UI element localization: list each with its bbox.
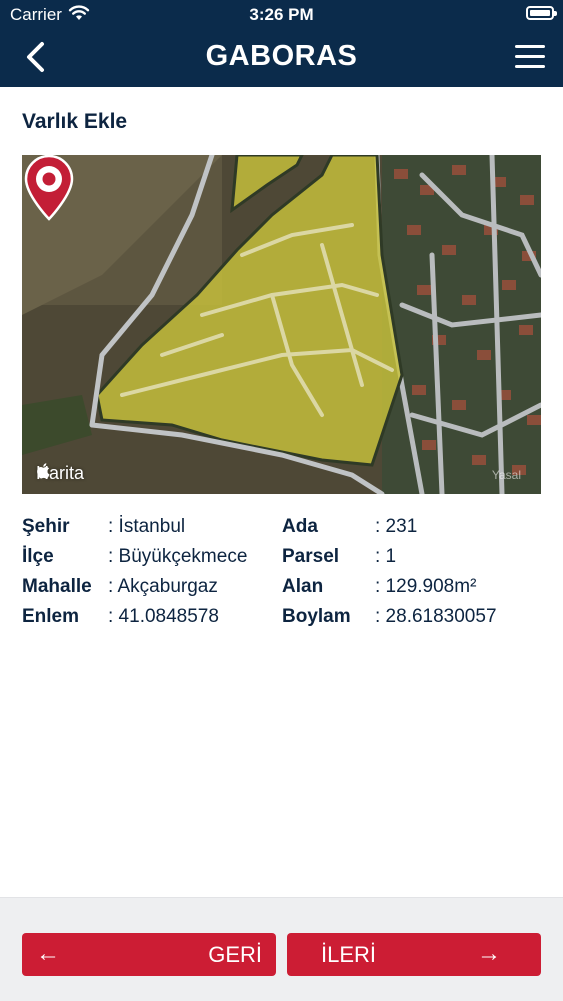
city-label: Şehir: [22, 516, 70, 537]
map-legal-link[interactable]: Yasal: [492, 468, 521, 482]
hamburger-menu-icon[interactable]: [515, 44, 545, 70]
area-value: : 129.908m²: [375, 576, 477, 597]
info-row: Şehir : İstanbul Ada : 231: [22, 516, 542, 544]
info-row: Mahalle : Akçaburgaz Alan : 129.908m²: [22, 576, 542, 604]
block-label: Ada: [282, 516, 318, 537]
app-header: Carrier 3:26 PM GABORAS: [0, 0, 563, 87]
parcel-value: : 1: [375, 546, 397, 567]
status-bar: Carrier 3:26 PM: [0, 0, 563, 30]
map-pin-icon[interactable]: [22, 155, 76, 221]
block-value: : 231: [375, 516, 418, 537]
arrow-right-icon: →: [477, 940, 501, 967]
info-row: İlçe : Büyükçekmece Parsel : 1: [22, 546, 542, 574]
page-title: Varlık Ekle: [22, 110, 128, 133]
footer-bar: ← GERİ İLERİ →: [0, 897, 563, 1001]
status-time: 3:26 PM: [249, 5, 314, 24]
area-label: Alan: [282, 576, 324, 597]
back-button-label: GERİ: [208, 942, 262, 967]
latitude-label: Enlem: [22, 606, 80, 627]
next-button-label: İLERİ: [321, 942, 377, 967]
info-row: Enlem : 41.0848578 Boylam : 28.61830057: [22, 606, 542, 634]
longitude-value: : 28.61830057: [375, 606, 497, 627]
longitude-label: Boylam: [282, 606, 351, 627]
neighborhood-value: : Akçaburgaz: [108, 576, 218, 597]
map-imagery: [22, 155, 541, 494]
battery-icon: [526, 6, 557, 20]
apple-logo-icon: [37, 463, 50, 479]
satellite-map[interactable]: Harita Yasal: [22, 155, 541, 494]
map-attribution: Harita: [36, 463, 84, 484]
parcel-label: Parsel: [282, 546, 340, 567]
city-value: : İstanbul: [108, 516, 186, 537]
latitude-value: : 41.0848578: [108, 606, 219, 627]
arrow-left-icon: ←: [36, 940, 60, 967]
next-button[interactable]: İLERİ →: [287, 933, 541, 976]
back-button[interactable]: ← GERİ: [22, 933, 276, 976]
district-value: : Büyükçekmece: [108, 546, 248, 567]
neighborhood-label: Mahalle: [22, 576, 92, 597]
district-label: İlçe: [22, 546, 54, 567]
app-title: GABORAS: [205, 40, 358, 72]
